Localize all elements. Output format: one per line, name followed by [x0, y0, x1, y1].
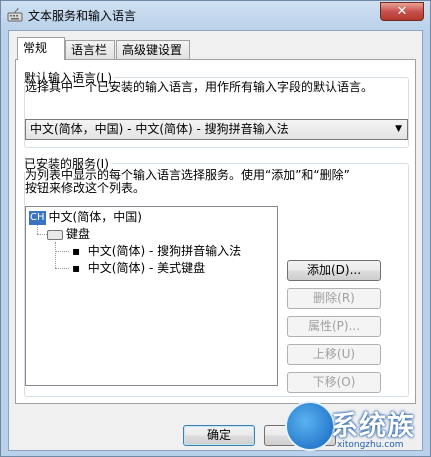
tree-service-label: 中文(简体) - 搜狗拼音输入法	[87, 244, 242, 258]
tree-language-label: 中文(简体，中国)	[48, 210, 142, 224]
installed-services-description-line2: 按钮来修改这个列表。	[25, 181, 146, 195]
tab-language-bar[interactable]: 语言栏	[65, 40, 115, 59]
title-bar[interactable]: 文本服务和输入语言 ✕	[1, 1, 430, 29]
tree-service-item[interactable]: ▪ 中文(简体) - 美式键盘	[72, 260, 205, 276]
bullet-icon: ▪	[72, 261, 88, 275]
watermark-title: 系统族	[331, 411, 415, 442]
tree-connector	[37, 225, 38, 234]
close-button[interactable]: ✕	[380, 2, 424, 21]
watermark-url: xitongzhu.com	[337, 440, 404, 450]
default-language-group: 默认输入语言(L) 选择其中一个已安装的输入语言，用作所有输入字段的默认语言。 …	[24, 69, 409, 148]
tab-advanced-key-settings[interactable]: 高级键设置	[116, 40, 190, 59]
ok-button[interactable]: 确定	[183, 425, 255, 446]
dialog-client: 常规 语言栏 高级键设置 默认输入语言(L) 选择其中一个已安装的输入语言，用作…	[8, 30, 423, 451]
tree-service-label: 中文(简体) - 美式键盘	[87, 261, 206, 275]
dropdown-arrow-icon: ▼	[395, 124, 402, 134]
tree-connector	[37, 234, 47, 235]
move-down-button[interactable]: 下移(O)	[287, 372, 381, 393]
tree-connector	[55, 268, 69, 269]
installed-services-tree[interactable]: CH 中文(简体，中国) 键盘 ▪ 中文(简体) - 搜狗拼音输入法 ▪ 中文(简…	[25, 206, 278, 386]
language-badge-icon: CH	[29, 210, 46, 225]
general-tab-panel: 默认输入语言(L) 选择其中一个已安装的输入语言，用作所有输入字段的默认语言。 …	[15, 59, 416, 404]
installed-services-group: 已安装的服务(I) 为列表中显示的每个输入语言选择服务。使用“添加”和“删除” …	[24, 155, 409, 397]
tree-language-node[interactable]: CH 中文(简体，中国)	[29, 209, 142, 225]
default-language-select[interactable]: 中文(简体，中国) - 中文(简体) - 搜狗拼音输入法 ▼	[25, 119, 408, 140]
remove-button[interactable]: 删除(R)	[287, 288, 381, 309]
tree-connector	[55, 251, 69, 252]
tree-keyboard-label: 键盘	[66, 227, 91, 241]
window-title: 文本服务和输入语言	[28, 9, 137, 23]
bullet-icon: ▪	[72, 244, 88, 258]
keyboard-icon	[47, 229, 63, 240]
tree-service-item[interactable]: ▪ 中文(简体) - 搜狗拼音输入法	[72, 243, 241, 259]
tree-connector	[55, 242, 56, 268]
keyboard-app-icon	[7, 7, 23, 23]
default-language-description: 选择其中一个已安装的输入语言，用作所有输入字段的默认语言。	[25, 80, 374, 94]
properties-button[interactable]: 属性(P)...	[287, 316, 381, 337]
move-up-button[interactable]: 上移(U)	[287, 344, 381, 365]
dialog-window: 文本服务和输入语言 ✕ 常规 语言栏 高级键设置 默认输入语言(L) 选择其中一…	[0, 0, 431, 457]
default-language-selected-value: 中文(简体，中国) - 中文(简体) - 搜狗拼音输入法	[30, 122, 289, 136]
tree-keyboard-node[interactable]: 键盘	[47, 226, 90, 242]
tab-general[interactable]: 常规	[17, 37, 65, 60]
add-button[interactable]: 添加(D)...	[287, 260, 381, 281]
watermark-logo: 系统族 xitongzhu.com	[285, 398, 431, 457]
watermark-globe-icon	[285, 401, 335, 451]
